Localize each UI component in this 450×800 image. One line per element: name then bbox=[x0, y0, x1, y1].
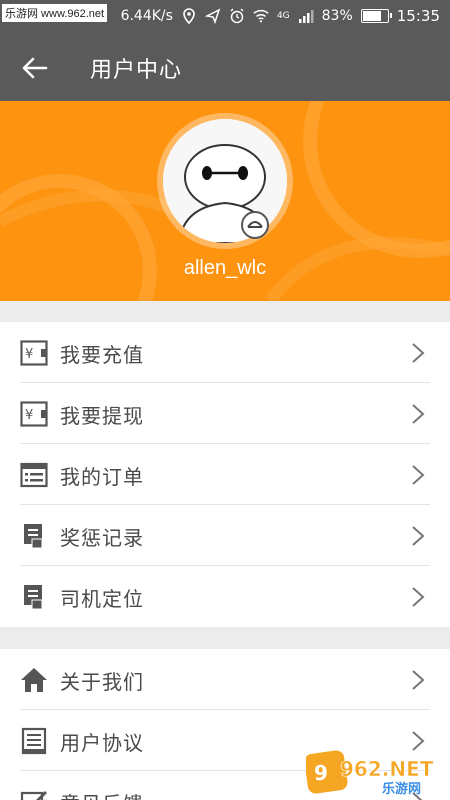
chevron-right-icon bbox=[412, 465, 425, 485]
mute-icon bbox=[204, 8, 221, 24]
menu-label: 我要提现 bbox=[60, 404, 144, 428]
menu-label: 奖惩记录 bbox=[60, 526, 144, 550]
menu-label: 我要充值 bbox=[60, 343, 144, 367]
menu-label: 我的订单 bbox=[60, 465, 144, 489]
chevron-right-icon bbox=[412, 526, 425, 546]
home-icon bbox=[21, 668, 47, 692]
watermark-logo: 9 962.NET 乐游网 bbox=[306, 750, 434, 796]
watermark-label: 乐游网 www.962.net bbox=[2, 4, 108, 22]
edit-icon bbox=[20, 791, 47, 800]
menu-label: 用户协议 bbox=[60, 731, 144, 755]
chevron-right-icon bbox=[412, 404, 425, 424]
clock: 15:35 bbox=[396, 7, 440, 25]
menu-label: 司机定位 bbox=[60, 587, 144, 611]
battery-percent: 83% bbox=[321, 8, 353, 24]
chevron-right-icon bbox=[412, 587, 425, 607]
menu-group-account: ¥ 我要充值 ¥ 我要提现 我的订单 奖惩记录 司机定位 bbox=[0, 322, 450, 627]
watermark-logo-subtext: 乐游网 bbox=[382, 781, 421, 796]
list-icon bbox=[20, 462, 48, 488]
status-bar: 乐游网 www.962.net 6.44K/s 4G 83% 15:35 bbox=[0, 0, 450, 33]
page-title: 用户中心 bbox=[90, 58, 183, 83]
watermark-logo-text: 962.NET bbox=[340, 757, 434, 781]
menu-item-withdraw[interactable]: ¥ 我要提现 bbox=[0, 383, 450, 444]
document-icon bbox=[21, 727, 47, 755]
app-bar: 用户中心 bbox=[0, 33, 450, 101]
menu-item-rewards-penalties[interactable]: 奖惩记录 bbox=[0, 505, 450, 566]
profile-header: allen_wlc bbox=[0, 101, 450, 301]
bookmark-doc-icon bbox=[24, 524, 43, 549]
menu-label: 关于我们 bbox=[60, 670, 144, 694]
battery-icon bbox=[360, 9, 392, 23]
svg-text:9: 9 bbox=[314, 761, 328, 785]
wallet-icon: ¥ bbox=[20, 401, 48, 427]
location-icon bbox=[183, 8, 195, 24]
svg-text:¥: ¥ bbox=[25, 408, 33, 423]
chevron-right-icon bbox=[412, 343, 425, 363]
menu-item-driver-location[interactable]: 司机定位 bbox=[0, 566, 450, 627]
bookmark-doc-icon bbox=[24, 585, 43, 610]
menu-label: 意见反馈 bbox=[60, 788, 144, 800]
alarm-icon bbox=[230, 8, 244, 24]
menu-item-recharge[interactable]: ¥ 我要充值 bbox=[0, 322, 450, 383]
camera-icon bbox=[247, 221, 263, 228]
menu-item-about-us[interactable]: 关于我们 bbox=[0, 649, 450, 710]
arrow-left-icon[interactable] bbox=[20, 53, 50, 83]
wallet-icon: ¥ bbox=[20, 340, 48, 366]
signal-icon bbox=[298, 10, 314, 23]
username: allen_wlc bbox=[183, 257, 267, 279]
avatar-edit-badge[interactable] bbox=[241, 211, 269, 239]
menu-item-orders[interactable]: 我的订单 bbox=[0, 444, 450, 505]
network-type: 4G bbox=[276, 11, 290, 21]
svg-text:¥: ¥ bbox=[25, 347, 33, 362]
wifi-icon bbox=[253, 9, 269, 23]
chevron-right-icon bbox=[412, 731, 425, 751]
chevron-right-icon bbox=[412, 670, 425, 690]
network-speed: 6.44K/s bbox=[120, 8, 173, 24]
